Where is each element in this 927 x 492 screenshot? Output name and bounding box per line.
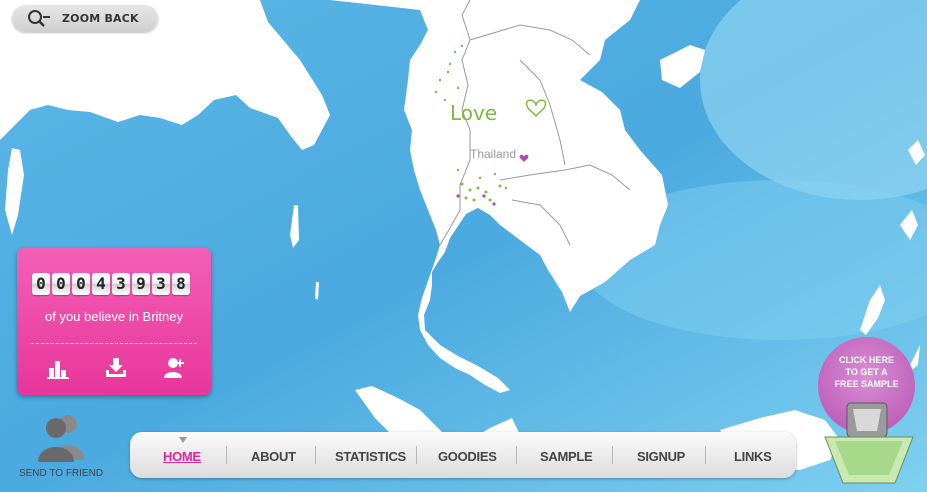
counter-digit: 0 xyxy=(72,273,90,295)
nav-goodies[interactable]: GOODIES xyxy=(438,449,497,464)
main-navigation: HOME ABOUT STATISTICS GOODIES SAMPLE SIG… xyxy=(130,432,796,478)
download-tray-icon[interactable] xyxy=(103,356,129,380)
send-to-friend-label: SEND TO FRIEND xyxy=(18,468,104,479)
nav-divider xyxy=(612,446,613,464)
user-add-icon[interactable] xyxy=(161,356,187,380)
world-map[interactable]: Love Thailand xyxy=(0,0,927,492)
free-sample-promo[interactable]: CLICK HERE TO GET A FREE SAMPLE xyxy=(815,337,927,492)
nav-divider xyxy=(416,446,417,464)
perfume-bottle-icon xyxy=(824,402,914,484)
users-icon xyxy=(38,415,84,462)
promo-line: CLICK HERE xyxy=(838,355,894,365)
magnifier-zoom-out-icon xyxy=(28,9,50,27)
nav-about[interactable]: ABOUT xyxy=(251,449,296,464)
panel-divider xyxy=(31,343,197,344)
promo-line: FREE SAMPLE xyxy=(834,379,899,389)
nav-statistics[interactable]: STATISTICS xyxy=(335,449,406,464)
nav-divider xyxy=(315,446,316,464)
bar-chart-icon[interactable] xyxy=(45,356,71,380)
nav-divider xyxy=(226,446,227,464)
nav-divider xyxy=(516,446,517,464)
believer-counter-panel: 0 0 0 4 3 9 3 8 of you believe in Britne… xyxy=(17,248,211,395)
nav-links[interactable]: LINKS xyxy=(734,449,772,464)
counter-digit: 0 xyxy=(52,273,70,295)
nav-sample[interactable]: SAMPLE xyxy=(540,449,593,464)
promo-line: TO GET A xyxy=(845,367,888,377)
counter-caption: of you believe in Britney xyxy=(44,309,184,324)
nav-divider xyxy=(705,446,706,464)
country-label-thailand: Thailand xyxy=(470,147,516,161)
zoom-back-label: ZOOM BACK xyxy=(62,12,139,25)
active-indicator-icon xyxy=(179,437,187,443)
promo-text: CLICK HERE TO GET A FREE SAMPLE xyxy=(818,354,915,390)
nav-home[interactable]: HOME xyxy=(163,449,201,464)
zoom-back-button[interactable]: ZOOM BACK xyxy=(12,5,158,32)
counter-digit: 3 xyxy=(112,273,130,295)
counter-digits: 0 0 0 4 3 9 3 8 xyxy=(32,273,190,295)
counter-digit: 3 xyxy=(152,273,170,295)
counter-digit: 9 xyxy=(132,273,150,295)
nav-signup[interactable]: SIGNUP xyxy=(637,449,685,464)
counter-digit: 8 xyxy=(172,273,190,295)
counter-digit: 0 xyxy=(32,273,50,295)
send-to-friend-button[interactable]: SEND TO FRIEND xyxy=(14,410,108,482)
love-text: Love xyxy=(450,101,497,125)
counter-digit: 4 xyxy=(92,273,110,295)
